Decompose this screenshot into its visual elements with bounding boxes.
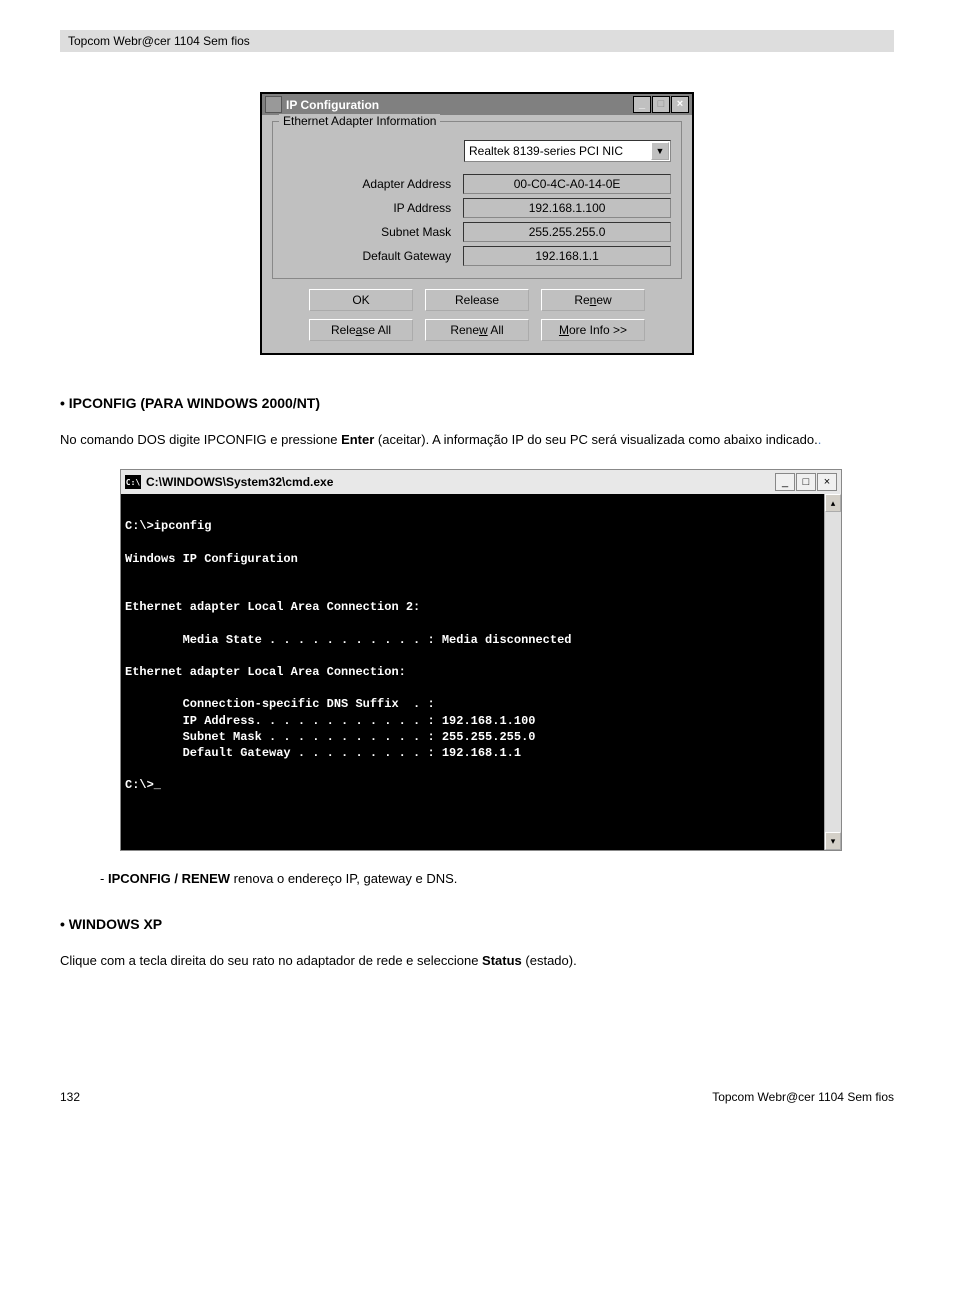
renew-all-button[interactable]: Renew All <box>425 319 529 341</box>
label-adapter-address: Adapter Address <box>283 177 463 191</box>
adapter-select[interactable]: Realtek 8139-series PCI NIC ▼ <box>464 140 671 162</box>
info-row: IP Address 192.168.1.100 <box>283 198 671 218</box>
fieldset-legend: Ethernet Adapter Information <box>279 114 440 128</box>
minimize-icon[interactable]: _ <box>775 473 795 491</box>
renew-note: - IPCONFIG / RENEW renova o endereço IP,… <box>100 871 894 886</box>
adapter-select-value: Realtek 8139-series PCI NIC <box>469 144 623 158</box>
app-icon <box>265 96 282 113</box>
close-icon[interactable]: × <box>671 96 689 113</box>
cmd-title: C:\WINDOWS\System32\cmd.exe <box>146 475 333 489</box>
page-header: Topcom Webr@cer 1104 Sem fios <box>60 30 894 52</box>
window-titlebar: IP Configuration _ □ × <box>262 94 692 115</box>
section-body-ipconfig: No comando DOS digite IPCONFIG e pressio… <box>60 431 894 449</box>
value-adapter-address: 00-C0-4C-A0-14-0E <box>463 174 671 194</box>
info-row: Subnet Mask 255.255.255.0 <box>283 222 671 242</box>
renew-button[interactable]: Renew <box>541 289 645 311</box>
chevron-down-icon[interactable]: ▼ <box>651 142 669 160</box>
label-ip-address: IP Address <box>283 201 463 215</box>
label-subnet-mask: Subnet Mask <box>283 225 463 239</box>
footer-right: Topcom Webr@cer 1104 Sem fios <box>712 1090 894 1104</box>
page-footer: 132 Topcom Webr@cer 1104 Sem fios <box>60 1090 894 1104</box>
cmd-output: C:\>ipconfig Windows IP Configuration Et… <box>121 494 824 850</box>
more-info-button[interactable]: More Info >> <box>541 319 645 341</box>
section-heading-winxp: • WINDOWS XP <box>60 916 894 932</box>
cmd-titlebar: C:\ C:\WINDOWS\System32\cmd.exe _ □ × <box>121 470 841 494</box>
release-all-button[interactable]: Release All <box>309 319 413 341</box>
scroll-up-icon[interactable]: ▴ <box>825 494 841 512</box>
label-default-gateway: Default Gateway <box>283 249 463 263</box>
release-button[interactable]: Release <box>425 289 529 311</box>
scrollbar[interactable]: ▴ ▾ <box>824 494 841 850</box>
ok-button[interactable]: OK <box>309 289 413 311</box>
adapter-info-fieldset: Ethernet Adapter Information Realtek 813… <box>272 121 682 279</box>
info-row: Adapter Address 00-C0-4C-A0-14-0E <box>283 174 671 194</box>
section-heading-ipconfig: • IPCONFIG (PARA WINDOWS 2000/NT) <box>60 395 894 411</box>
info-row: Default Gateway 192.168.1.1 <box>283 246 671 266</box>
scroll-down-icon[interactable]: ▾ <box>825 832 841 850</box>
window-title: IP Configuration <box>286 98 379 112</box>
cmd-icon: C:\ <box>125 475 141 489</box>
section-body-winxp: Clique com a tecla direita do seu rato n… <box>60 952 894 970</box>
ip-configuration-window: IP Configuration _ □ × Ethernet Adapter … <box>260 92 694 355</box>
value-subnet-mask: 255.255.255.0 <box>463 222 671 242</box>
maximize-icon[interactable]: □ <box>652 96 670 113</box>
cmd-window: C:\ C:\WINDOWS\System32\cmd.exe _ □ × C:… <box>120 469 842 851</box>
page-number: 132 <box>60 1090 80 1104</box>
maximize-icon[interactable]: □ <box>796 473 816 491</box>
value-ip-address: 192.168.1.100 <box>463 198 671 218</box>
minimize-icon[interactable]: _ <box>633 96 651 113</box>
value-default-gateway: 192.168.1.1 <box>463 246 671 266</box>
close-icon[interactable]: × <box>817 473 837 491</box>
